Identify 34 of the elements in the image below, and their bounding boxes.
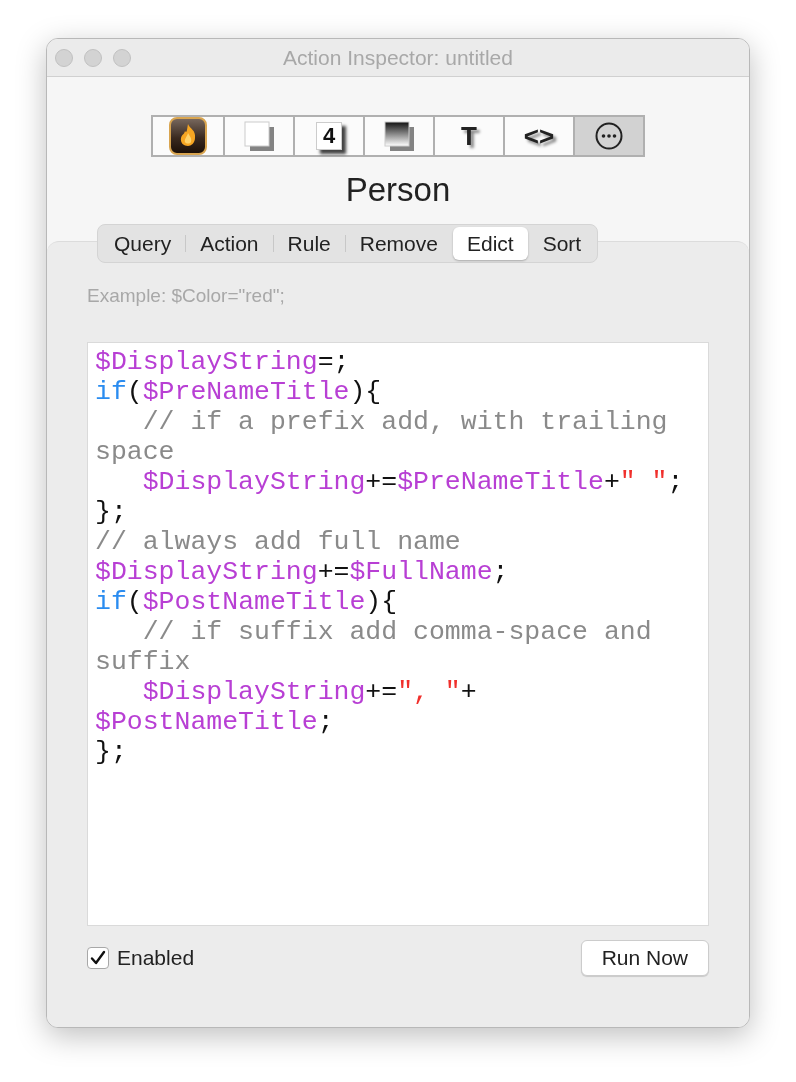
gradient-page-icon <box>382 119 416 153</box>
code-line: space <box>95 437 176 467</box>
code-line: if($PreNameTitle){ <box>95 377 383 407</box>
code-line: }; <box>95 497 128 527</box>
more-icon <box>594 121 624 151</box>
toolbar-button[interactable] <box>573 117 643 155</box>
code-line: $DisplayString=; <box>95 347 351 377</box>
tab[interactable]: Sort <box>528 226 596 260</box>
code-line: // if a prefix add, with trailing <box>141 407 669 437</box>
code-line: $PostNameTitle; <box>95 707 335 737</box>
tab[interactable]: Edict <box>452 226 528 260</box>
window-title: Action Inspector: untitled <box>282 44 514 71</box>
tab[interactable]: Query <box>100 226 186 260</box>
page-icon <box>242 119 276 153</box>
app-icon <box>169 117 207 155</box>
example-hint: Example: $Color="red"; <box>87 283 286 308</box>
number-page-icon: 4 <box>316 122 342 150</box>
tab[interactable]: Remove <box>345 226 452 260</box>
tab[interactable]: Action <box>186 226 273 260</box>
heading: Person <box>344 170 452 210</box>
code-line: }; <box>95 737 128 767</box>
code-line: $DisplayString+=$PreNameTitle+" "; <box>141 467 685 497</box>
enabled-checkbox[interactable] <box>87 946 109 969</box>
code-line: if($PostNameTitle){ <box>95 587 399 617</box>
run-now-button[interactable]: Run Now <box>580 940 709 976</box>
code-line: suffix <box>95 647 192 677</box>
code-line: $DisplayString+=", "+ <box>141 677 478 707</box>
code-editor[interactable] <box>87 342 709 926</box>
tab[interactable]: Rule <box>273 226 345 260</box>
code-line: // if suffix add comma-space and <box>141 617 653 647</box>
code-line: // always add full name <box>95 527 462 557</box>
checkmark-icon <box>89 948 107 967</box>
code-line: $DisplayString+=$FullName; <box>95 557 510 587</box>
enabled-label: Enabled <box>117 945 195 971</box>
